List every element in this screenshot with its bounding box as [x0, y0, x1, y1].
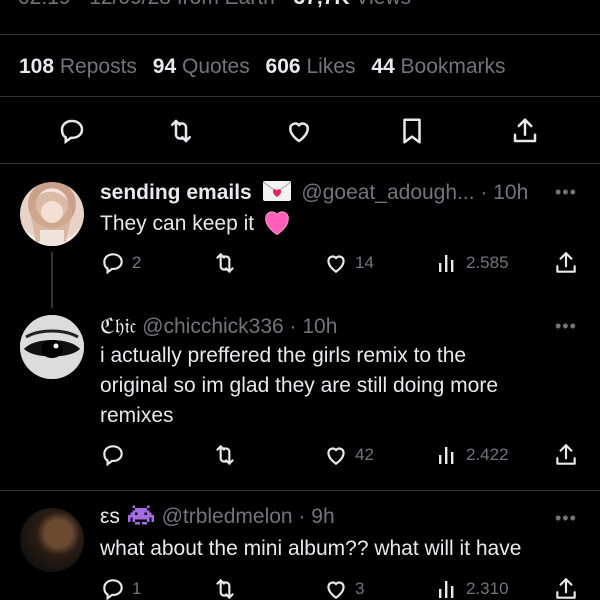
reply-header: ℭ𝔥𝔦𝔠 @chicchick336 · 10h	[100, 314, 338, 338]
like-icon[interactable]	[284, 116, 314, 146]
display-name[interactable]: ℭ𝔥𝔦𝔠	[100, 314, 136, 338]
share-button[interactable]	[553, 440, 579, 470]
avatar[interactable]	[20, 182, 84, 246]
reply-icon[interactable]	[57, 116, 87, 146]
divider	[0, 96, 600, 97]
share-button[interactable]	[553, 248, 579, 278]
tweet-stats: 108 Reposts 94 Quotes 606 Likes 44 Bookm…	[19, 55, 516, 79]
repost-button[interactable]	[212, 248, 244, 278]
like-button[interactable]: 42	[323, 440, 374, 470]
reply-button[interactable]	[100, 440, 132, 470]
reposts-stat[interactable]: 108 Reposts	[19, 55, 147, 78]
reply-icon	[103, 579, 123, 600]
divider	[0, 34, 600, 35]
more-options-icon[interactable]: •••	[555, 316, 577, 337]
like-icon	[327, 255, 345, 273]
reply-header: εѕ @trbledmelon · 9h	[100, 504, 335, 528]
more-options-icon[interactable]: •••	[555, 182, 577, 203]
reply-time[interactable]: 10h	[302, 315, 337, 338]
display-name[interactable]: sending emails	[100, 181, 252, 204]
quotes-stat[interactable]: 94 Quotes	[153, 55, 260, 78]
repost-icon	[216, 579, 234, 599]
share-icon	[556, 578, 576, 599]
views-count: 37,7K	[294, 0, 350, 9]
views-button[interactable]: 2.422	[436, 440, 509, 470]
avatar[interactable]	[20, 508, 84, 572]
user-handle[interactable]: @goeat_adough...	[301, 181, 474, 204]
user-handle[interactable]: @trbledmelon	[162, 505, 293, 528]
avatar[interactable]	[20, 315, 84, 379]
analytics-icon	[439, 581, 454, 598]
reply-time[interactable]: 10h	[493, 181, 528, 204]
tweet-date: 12/09/23 from Earth	[89, 0, 275, 9]
analytics-icon	[439, 255, 454, 272]
pink-heart-icon	[262, 208, 292, 236]
share-icon[interactable]	[510, 116, 540, 146]
divider	[0, 490, 600, 491]
reply-text: what about the mini album?? what will it…	[100, 537, 522, 560]
tweet-action-bar	[0, 110, 600, 150]
reply-action-bar: 1 3 2.310	[0, 574, 600, 600]
repost-icon[interactable]	[166, 116, 196, 146]
share-icon	[556, 444, 576, 465]
views-button[interactable]: 2.310	[436, 574, 509, 600]
divider	[0, 163, 600, 164]
views-label: Views	[355, 0, 411, 9]
reply-button[interactable]: 1	[100, 574, 141, 600]
repost-button[interactable]	[212, 574, 244, 600]
repost-icon	[216, 445, 234, 465]
like-button[interactable]: 14	[323, 248, 374, 278]
like-icon	[327, 581, 345, 599]
tweet-time: 02:19	[18, 0, 71, 9]
display-name[interactable]: εѕ	[100, 505, 120, 528]
reply-text: i actually preffered the girls remix to …	[100, 344, 499, 427]
repost-icon	[216, 253, 234, 273]
reply-text: They can keep it	[100, 208, 292, 239]
more-options-icon[interactable]: •••	[555, 508, 577, 529]
like-icon	[327, 447, 345, 465]
analytics-icon	[439, 447, 454, 464]
share-icon	[556, 252, 576, 273]
reply-button[interactable]: 2	[100, 248, 141, 278]
bookmarks-stat[interactable]: 44 Bookmarks	[371, 55, 515, 78]
envelope-heart-icon	[262, 180, 292, 202]
reply-header: sending emails @goeat_adough... · 10h	[100, 180, 529, 204]
views-button[interactable]: 2.585	[436, 248, 509, 278]
bookmark-icon[interactable]	[397, 116, 427, 146]
like-button[interactable]: 3	[323, 574, 364, 600]
reply-icon	[103, 445, 123, 467]
tweet-meta-line: 02:19 · 12/09/23 from Earth · 37,7K View…	[18, 0, 411, 10]
repost-button[interactable]	[212, 440, 244, 470]
share-button[interactable]	[553, 574, 579, 600]
user-handle[interactable]: @chicchick336	[142, 315, 284, 338]
alien-monster-icon	[127, 504, 154, 526]
reply-time[interactable]: 9h	[311, 505, 334, 528]
reply-action-bar: 2 14 2.585	[0, 248, 600, 278]
reply-action-bar: 42 2.422	[0, 440, 600, 470]
reply-icon	[103, 253, 123, 275]
likes-stat[interactable]: 606 Likes	[266, 55, 366, 78]
